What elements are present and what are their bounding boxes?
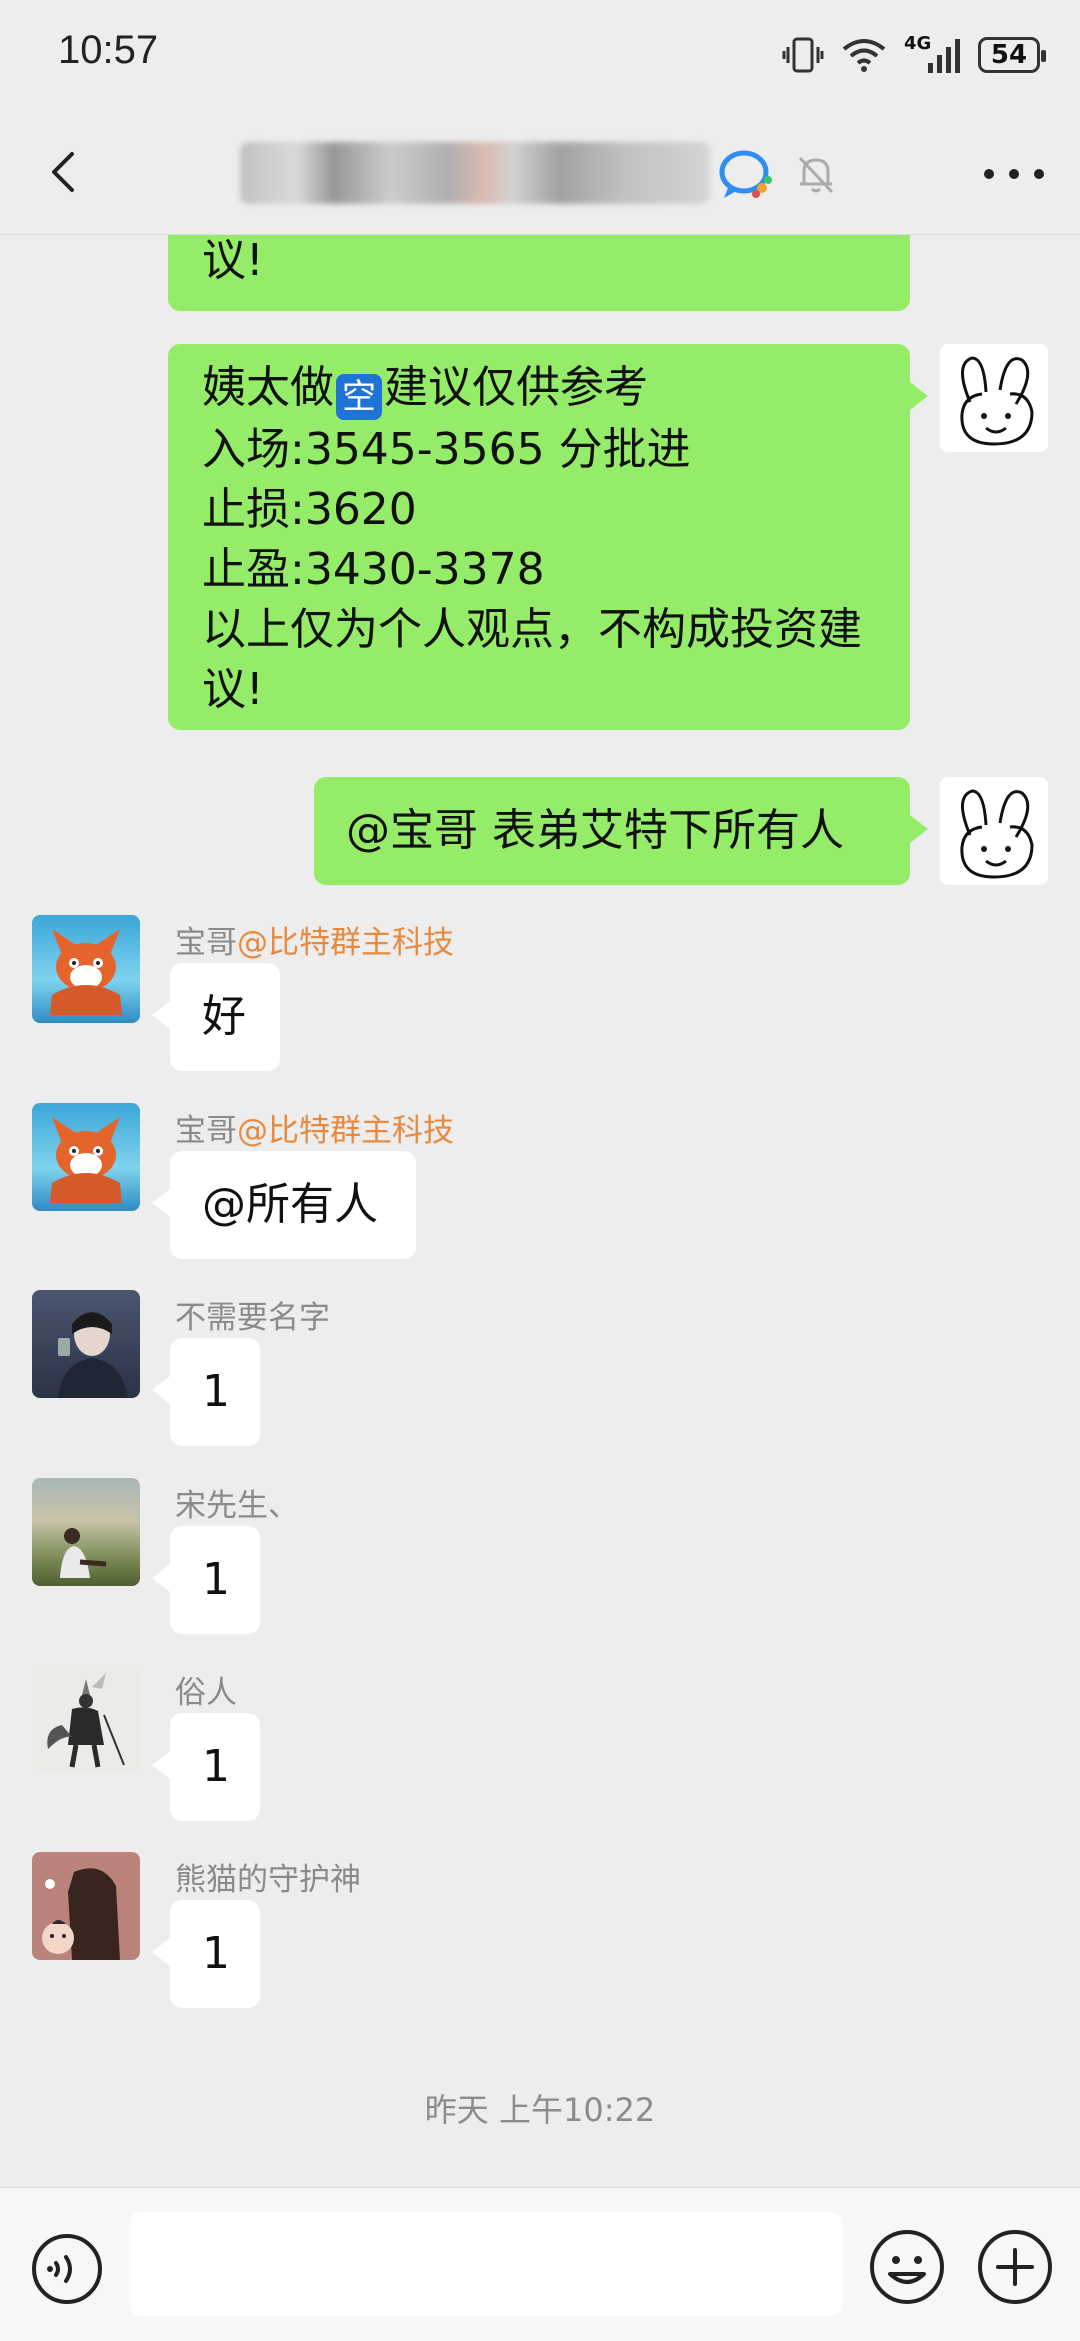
fox-avatar-icon [50,1117,122,1203]
contact-avatar[interactable] [32,915,140,1023]
message-input[interactable] [130,2212,842,2316]
chat-header [0,110,1080,235]
message-bubble-other[interactable]: 1 [152,1526,260,1634]
fox-avatar-icon [50,929,122,1015]
input-bar [0,2187,1080,2341]
contact-avatar[interactable] [32,1665,140,1773]
person-avatar-icon [60,1528,107,1578]
plus-icon[interactable] [976,2228,1054,2306]
contact-avatar[interactable] [32,1103,140,1211]
message-text: 1 [202,1741,230,1792]
message-bubble-self[interactable]: 姨太做空建议仅供参考 入场:3545-3565 分批进 止损:3620 止盈:3… [168,344,928,730]
mention-tag[interactable]: @比特群主科技 [237,925,454,961]
contact-avatar[interactable] [32,1290,140,1398]
message-text: 议! [202,235,264,286]
warrior-avatar-icon [47,1673,125,1768]
sender-name: 不需要名字 [175,1300,330,1336]
battery-indicator: 54 [978,37,1046,73]
self-avatar[interactable] [940,777,1048,885]
bunny-avatar-icon [960,789,1034,879]
message-timestamp: 昨天 上午10:22 [424,2091,656,2129]
contact-avatar[interactable] [32,1852,140,1960]
message-text: 1 [202,1366,230,1417]
sender-name: 宝哥@比特群主科技 [175,1113,454,1149]
status-bar: 10:57 4G 54 [0,0,1080,110]
vibrate-icon [782,37,824,73]
sender-name: 宋先生、 [175,1488,299,1524]
message-bubble-other[interactable]: 好 [152,963,280,1071]
status-icons: 4G 54 [782,30,1046,80]
self-avatar[interactable] [940,344,1048,452]
girl-avatar-icon [42,1868,120,1960]
contact-avatar[interactable] [32,1478,140,1586]
cellular-signal-icon: 4G [904,33,960,73]
voice-input-icon[interactable] [30,2232,104,2306]
message-bubble-self[interactable]: 议! [168,235,910,311]
sender-name: 宝哥@比特群主科技 [175,925,454,961]
sender-name: 熊猫的守护神 [175,1862,361,1898]
chat-badge-icon [719,150,772,198]
message-bubble-other[interactable]: 1 [152,1713,260,1821]
message-text: @宝哥 表弟艾特下所有人 [346,805,844,856]
short-badge-icon: 空 [336,374,382,420]
message-text: 姨太做空建议仅供参考 入场:3545-3565 分批进 止损:3620 止盈:3… [202,362,862,715]
back-icon[interactable] [36,142,96,202]
message-bubble-other[interactable]: @所有人 [152,1151,416,1259]
sender-name: 俗人 [175,1675,237,1711]
message-bubble-self[interactable]: @宝哥 表弟艾特下所有人 [314,777,928,885]
mention-tag[interactable]: @比特群主科技 [237,1113,454,1149]
message-text: 1 [202,1554,230,1605]
clock: 10:57 [58,28,159,72]
message-bubble-other[interactable]: 1 [152,1338,260,1446]
chat-title-redacted[interactable] [240,142,710,204]
mute-bell-icon [798,156,834,194]
message-text: 1 [202,1928,230,1979]
person-avatar-icon [58,1312,128,1398]
message-text: @所有人 [202,1179,378,1230]
network-type: 4G [904,33,932,54]
more-icon[interactable] [984,154,1044,194]
wifi-icon [842,39,886,72]
emoji-icon[interactable] [868,2228,946,2306]
message-text: 好 [202,991,246,1042]
bunny-avatar-icon [960,356,1034,446]
message-list[interactable]: 议! 姨太做空建议仅供参考 入场:3545-3565 分批进 止损:3620 止… [0,235,1080,2185]
message-bubble-other[interactable]: 1 [152,1900,260,2008]
